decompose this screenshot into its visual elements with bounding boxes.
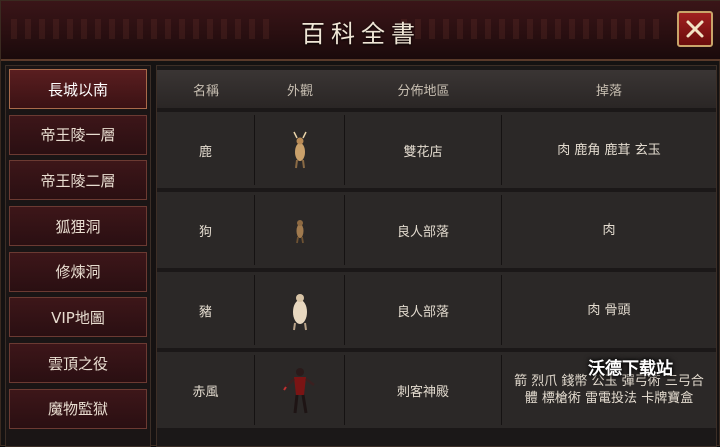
- map-sidebar: 長城以南 帝王陵一層 帝王陵二層 狐狸洞 修煉洞 VIP地圖 雲頂之役 魔物監獄: [5, 65, 151, 447]
- monster-appearance: [255, 355, 345, 425]
- pig-sprite-icon: [292, 294, 307, 331]
- monster-name: 狗: [157, 195, 255, 265]
- sidebar-item-label: 狐狸洞: [55, 217, 101, 236]
- table-row[interactable]: 鹿 雙花店 肉 鹿角 鹿茸 玄玉: [157, 112, 716, 192]
- monster-table[interactable]: 名稱 外觀 分佈地區 掉落 鹿 雙花店 肉 鹿角 鹿茸 玄玉 狗 良人部落 肉 …: [156, 65, 717, 447]
- monster-appearance: [255, 195, 345, 265]
- sidebar-item-imperial-tomb-1[interactable]: 帝王陵一層: [9, 114, 147, 155]
- monster-drops: 肉 骨頭: [587, 302, 631, 318]
- encyclopedia-window: 百科全書 長城以南 帝王陵一層 帝王陵二層 狐狸洞 修煉洞 VIP地圖 雲頂之役…: [0, 0, 720, 447]
- monster-region: 刺客神殿: [345, 355, 502, 425]
- table-header: 名稱 外觀 分佈地區 掉落: [157, 70, 716, 108]
- monster-name: 鹿: [157, 115, 255, 185]
- close-icon: [686, 20, 704, 38]
- sidebar-item-training-cave[interactable]: 修煉洞: [9, 251, 147, 292]
- monster-drops: 肉 鹿角 鹿茸 玄玉: [557, 142, 661, 158]
- deer-sprite-icon: [292, 131, 307, 169]
- monster-name: 赤風: [157, 355, 255, 425]
- monster-appearance: [255, 115, 345, 185]
- monster-name: 豬: [157, 275, 255, 345]
- sidebar-item-vip-map[interactable]: VIP地圖: [9, 297, 147, 338]
- table-row[interactable]: 狗 良人部落 肉: [157, 192, 716, 272]
- header-appearance: 外觀: [286, 83, 313, 99]
- monster-region: 良人部落: [345, 275, 502, 345]
- red-wind-sprite-icon: [282, 368, 315, 414]
- sidebar-item-south-great-wall[interactable]: 長城以南: [9, 69, 147, 109]
- monster-appearance: [255, 275, 345, 345]
- close-button[interactable]: [677, 11, 713, 47]
- title-bar: 百科全書: [1, 1, 720, 61]
- header-drops: 掉落: [595, 83, 622, 99]
- header-region: 分佈地區: [397, 83, 450, 99]
- monster-region: 良人部落: [345, 195, 502, 265]
- monster-region: 雙花店: [345, 115, 502, 185]
- window-title: 百科全書: [301, 20, 421, 48]
- sidebar-item-label: 帝王陵二層: [40, 171, 116, 190]
- watermark: 沃德下载站: [588, 359, 673, 379]
- sidebar-item-label: 雲頂之役: [47, 354, 108, 373]
- dog-sprite-icon: [295, 220, 304, 244]
- sidebar-item-label: 帝王陵一層: [40, 126, 116, 145]
- sidebar-item-label: 魔物監獄: [47, 400, 108, 419]
- sidebar-item-imperial-tomb-2[interactable]: 帝王陵二層: [9, 160, 147, 201]
- sidebar-item-label: 修煉洞: [55, 263, 101, 282]
- sidebar-item-cloud-battle[interactable]: 雲頂之役: [9, 343, 147, 384]
- monster-drops: 肉: [602, 222, 616, 238]
- sidebar-item-fox-cave[interactable]: 狐狸洞: [9, 206, 147, 247]
- sidebar-item-label: VIP地圖: [51, 308, 105, 327]
- table-row[interactable]: 豬 良人部落 肉 骨頭: [157, 272, 716, 352]
- sidebar-item-monster-prison[interactable]: 魔物監獄: [9, 388, 147, 429]
- header-name: 名稱: [192, 83, 219, 99]
- sidebar-item-label: 長城以南: [47, 80, 108, 99]
